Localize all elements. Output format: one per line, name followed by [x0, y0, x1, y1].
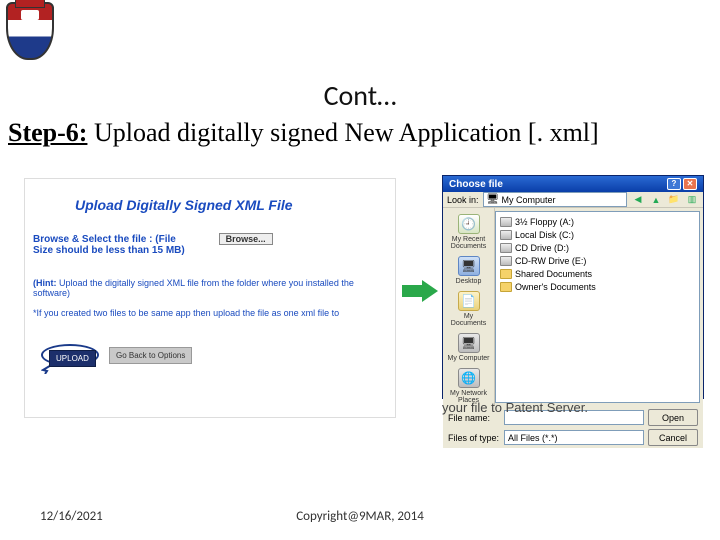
under-dialog-text: your file to Patent Server. — [442, 400, 588, 415]
dialog-title-text: Choose file — [449, 179, 503, 190]
up-icon[interactable]: ▲ — [649, 193, 663, 207]
filetype-combo[interactable] — [504, 430, 644, 445]
dialog-toolbar: Look in: 🖥 My Computer ◀ ▲ 📁 ▥ — [443, 192, 703, 208]
browse-row: Browse & Select the file : (File Browse.… — [33, 233, 387, 256]
place-mycomputer[interactable]: 🖥 My Computer — [446, 331, 492, 364]
recent-icon: 🕘 — [458, 214, 480, 234]
views-icon[interactable]: ▥ — [685, 193, 699, 207]
file-open-dialog: Choose file ? ✕ Look in: 🖥 My Computer ◀… — [442, 175, 704, 399]
help-button[interactable]: ? — [667, 178, 681, 190]
arrow-icon — [402, 280, 438, 302]
place-recent[interactable]: 🕘 My Recent Documents — [446, 212, 492, 252]
list-item[interactable]: Owner's Documents — [500, 280, 695, 293]
close-button[interactable]: ✕ — [683, 178, 697, 190]
list-item[interactable]: Local Disk (C:) — [500, 228, 695, 241]
list-item[interactable]: Shared Documents — [500, 267, 695, 280]
step-text: Upload digitally signed New Application … — [87, 118, 598, 147]
place-mydocs[interactable]: 📄 My Documents — [446, 289, 492, 329]
institution-logo — [6, 2, 66, 72]
cdrw-icon — [500, 256, 512, 266]
place-desktop-label: Desktop — [456, 278, 482, 285]
go-back-button[interactable]: Go Back to Options — [109, 347, 192, 364]
upload-heading: Upload Digitally Signed XML File — [75, 197, 387, 213]
places-bar: 🕘 My Recent Documents 🖥 Desktop 📄 My Doc… — [443, 208, 495, 406]
floppy-icon — [500, 217, 512, 227]
list-item[interactable]: 3½ Floppy (A:) — [500, 215, 695, 228]
computer-icon: 🖥 — [487, 194, 499, 206]
list-item-label: CD Drive (D:) — [515, 243, 569, 253]
list-item-label: CD-RW Drive (E:) — [515, 256, 586, 266]
footer-copyright: Copyright@9MAR, 2014 — [0, 509, 720, 524]
hint-row: (Hint: Upload the digitally signed XML f… — [33, 278, 387, 298]
hint-label: (Hint: — [33, 278, 57, 288]
filetype-label: Files of type: — [448, 433, 500, 443]
cd-icon — [500, 243, 512, 253]
back-icon[interactable]: ◀ — [631, 193, 645, 207]
drive-icon — [500, 230, 512, 240]
browse-label-line2: Size should be less than 15 MB) — [33, 245, 185, 256]
place-mydocs-label: My Documents — [446, 313, 492, 327]
documents-icon: 📄 — [458, 291, 480, 311]
step-line: Step-6: Upload digitally signed New Appl… — [8, 118, 712, 148]
step-label: Step-6: — [8, 118, 87, 147]
file-list[interactable]: 3½ Floppy (A:) Local Disk (C:) CD Drive … — [495, 211, 700, 403]
desktop-icon: 🖥 — [458, 256, 480, 276]
folder-icon — [500, 282, 512, 292]
lookin-combo[interactable]: 🖥 My Computer — [483, 192, 627, 207]
network-icon: 🌐 — [458, 368, 480, 388]
browse-button[interactable]: Browse... — [219, 233, 273, 245]
slide-title: Cont… — [0, 78, 720, 113]
cancel-button[interactable]: Cancel — [648, 429, 698, 446]
list-item-label: Owner's Documents — [515, 282, 596, 292]
folder-icon — [500, 269, 512, 279]
circle-annotation: UPLOAD — [41, 344, 99, 366]
place-mycomputer-label: My Computer — [447, 355, 489, 362]
dialog-titlebar: Choose file ? ✕ — [443, 176, 703, 192]
upload-panel: Upload Digitally Signed XML File Browse … — [24, 178, 396, 418]
bottom-actions: UPLOAD Go Back to Options — [41, 344, 387, 366]
place-recent-label: My Recent Documents — [446, 236, 492, 250]
mycomputer-icon: 🖥 — [458, 333, 480, 353]
list-item[interactable]: CD-RW Drive (E:) — [500, 254, 695, 267]
upload-button[interactable]: UPLOAD — [49, 350, 96, 367]
list-item-label: 3½ Floppy (A:) — [515, 217, 574, 227]
list-item-label: Local Disk (C:) — [515, 230, 574, 240]
open-button[interactable]: Open — [648, 409, 698, 426]
lookin-value: My Computer — [502, 195, 556, 205]
shield-icon — [6, 2, 54, 60]
hint-text: Upload the digitally signed XML file fro… — [33, 278, 354, 298]
new-folder-icon[interactable]: 📁 — [667, 193, 681, 207]
lookin-label: Look in: — [447, 195, 479, 205]
note-text: *If you created two files to be same app… — [33, 308, 387, 318]
place-desktop[interactable]: 🖥 Desktop — [446, 254, 492, 287]
list-item[interactable]: CD Drive (D:) — [500, 241, 695, 254]
browse-label-line1: Browse & Select the file : (File — [33, 234, 176, 245]
list-item-label: Shared Documents — [515, 269, 592, 279]
